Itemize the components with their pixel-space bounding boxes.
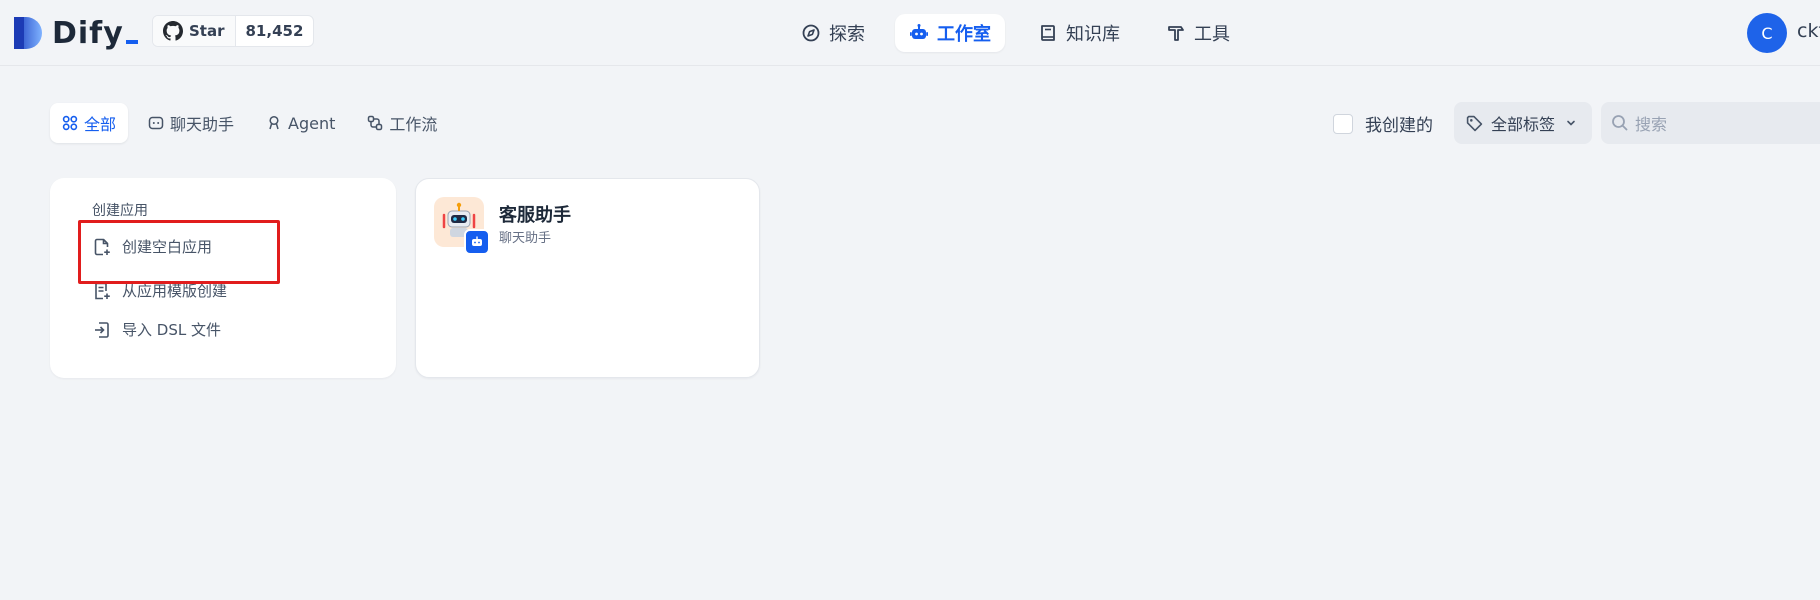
- highlight-box: [78, 220, 280, 284]
- github-star-label: Star: [189, 22, 225, 40]
- tag-filter-label: 全部标签: [1491, 115, 1556, 134]
- nav-explore[interactable]: 探索: [787, 14, 879, 52]
- hammer-icon: [1168, 26, 1184, 41]
- workflow-icon: [368, 115, 383, 131]
- search-icon: [1612, 115, 1628, 131]
- chat-badge-icon: [464, 229, 490, 255]
- nav-knowledge[interactable]: 知识库: [1024, 14, 1134, 52]
- nav-tools[interactable]: 工具: [1152, 14, 1244, 52]
- filter-tab-chat[interactable]: 聊天助手: [136, 103, 246, 143]
- import-dsl-button[interactable]: 导入 DSL 文件: [92, 319, 221, 340]
- chevron-down-icon: [1567, 120, 1575, 126]
- chat-icon: [148, 116, 164, 130]
- username[interactable]: ckf: [1797, 20, 1820, 42]
- filter-tab-agent[interactable]: Agent: [254, 103, 347, 143]
- app-type-filter: 全部 聊天助手 Agent 工作流: [50, 102, 457, 144]
- robot-icon: [910, 24, 928, 39]
- import-dsl-label: 导入 DSL 文件: [122, 321, 221, 339]
- github-star-button[interactable]: Star 81,452: [152, 15, 315, 47]
- app-type: 聊天助手: [499, 231, 552, 246]
- book-icon: [1041, 25, 1055, 41]
- nav-explore-label: 探索: [829, 24, 865, 45]
- agent-icon: [269, 115, 279, 130]
- search-box[interactable]: 搜索: [1601, 102, 1820, 144]
- filter-tab-all-label: 全部: [84, 115, 117, 134]
- nav-tools-label: 工具: [1194, 24, 1230, 45]
- github-star-count: 81,452: [245, 22, 304, 40]
- filter-tab-chat-label: 聊天助手: [170, 115, 235, 134]
- search-input[interactable]: 搜索: [1635, 111, 1667, 135]
- filter-tab-workflow-label: 工作流: [389, 115, 438, 134]
- create-app-title: 创建应用: [92, 203, 148, 219]
- avatar[interactable]: C: [1747, 13, 1787, 53]
- app-card[interactable]: 客服助手 聊天助手: [415, 178, 760, 378]
- grid-icon: [62, 115, 78, 131]
- created-by-me-checkbox[interactable]: [1333, 113, 1353, 134]
- created-by-me-label: 我创建的: [1365, 116, 1433, 136]
- nav-studio-label: 工作室: [937, 24, 991, 45]
- dify-logo-icon: [14, 17, 42, 49]
- tag-filter-dropdown[interactable]: 全部标签: [1454, 102, 1592, 144]
- compass-icon: [802, 24, 820, 42]
- created-by-me-toggle[interactable]: 我创建的: [1333, 111, 1433, 136]
- filter-tab-workflow[interactable]: 工作流: [355, 103, 449, 143]
- tag-icon: [1466, 115, 1483, 131]
- nav-knowledge-label: 知识库: [1066, 24, 1120, 45]
- filter-tab-agent-label: Agent: [288, 113, 336, 133]
- app-name: 客服助手: [499, 205, 571, 226]
- logo-text: Dify: [52, 15, 124, 51]
- top-bar: Dify Star 81,452 探索 工作室 知识库 工具 C ckf: [0, 0, 1820, 66]
- logo-cursor: [125, 40, 138, 44]
- logo[interactable]: Dify: [12, 14, 138, 52]
- nav-studio[interactable]: 工作室: [895, 14, 1005, 52]
- github-icon: [163, 21, 183, 41]
- filter-tab-all[interactable]: 全部: [50, 103, 129, 143]
- import-icon: [95, 321, 109, 338]
